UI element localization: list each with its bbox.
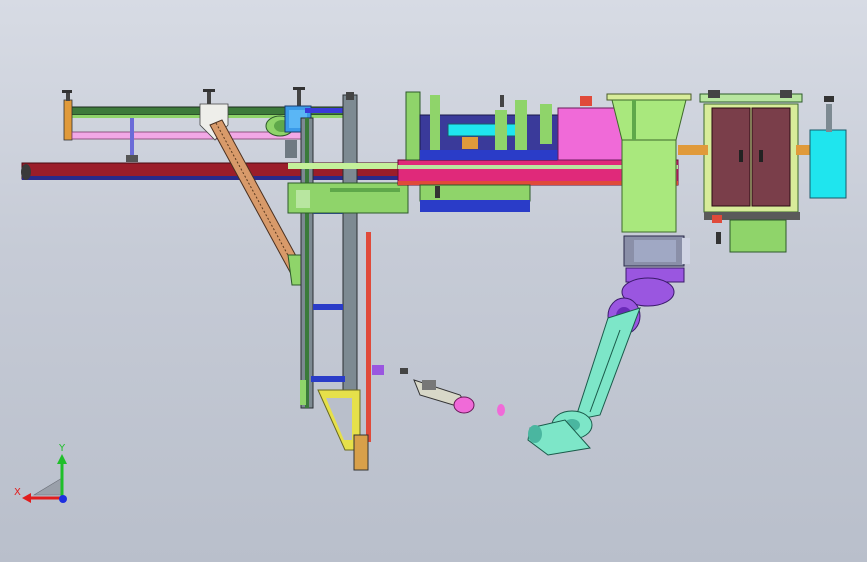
loose-gripper-parts (372, 365, 505, 416)
electrical-cabinet (678, 90, 847, 253)
y-axis-label: Y (58, 443, 66, 454)
coordinate-triad: Y X (14, 443, 67, 503)
cad-viewport[interactable]: Y X (0, 0, 867, 562)
x-axis-label: X (14, 487, 21, 498)
z-axis-dot (59, 495, 67, 503)
robot-arm (527, 235, 690, 456)
vertical-column-assembly (300, 92, 371, 471)
upper-process-modules (405, 91, 624, 161)
